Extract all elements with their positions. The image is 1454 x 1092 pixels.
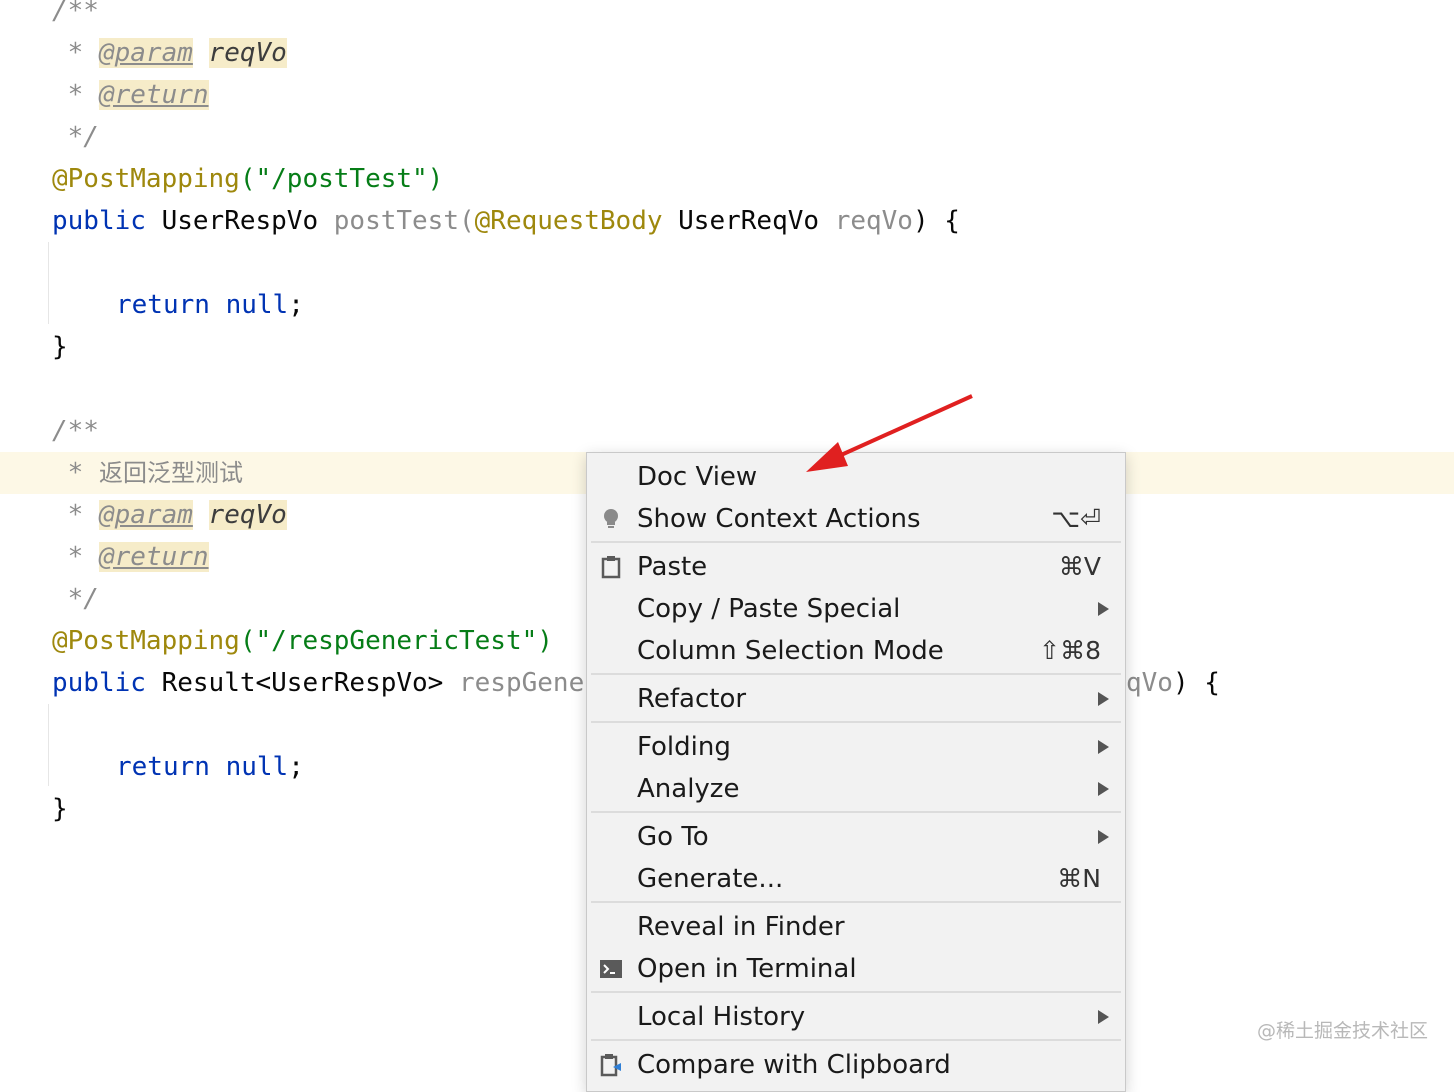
code-line[interactable]: * @param reqVo <box>52 32 287 74</box>
arrow-shaft <box>829 394 973 462</box>
menu-separator <box>591 721 1121 723</box>
submenu-arrow-icon <box>1098 692 1109 706</box>
menu-item-open-in-terminal[interactable]: Open in Terminal <box>587 948 1125 990</box>
menu-item-reveal-in-finder[interactable]: Reveal in Finder <box>587 906 1125 948</box>
submenu-arrow-icon <box>1098 602 1109 616</box>
code-line[interactable]: * @return <box>52 74 209 116</box>
submenu-arrow-icon <box>1098 1010 1109 1024</box>
menu-item-refactor[interactable]: Refactor <box>587 678 1125 720</box>
code-line[interactable]: } <box>52 788 68 830</box>
terminal-icon <box>600 960 622 978</box>
code-line[interactable]: * @param reqVo <box>52 494 287 536</box>
javadoc-return-tag: @return <box>98 542 209 572</box>
compare-clipboard-icon <box>600 1054 621 1077</box>
menu-separator <box>591 901 1121 903</box>
menu-item-compare-with-clipboard[interactable]: Compare with Clipboard <box>587 1044 1125 1086</box>
javadoc-param-name: reqVo <box>208 38 287 68</box>
submenu-arrow-icon <box>1098 740 1109 754</box>
arrow-head <box>806 442 848 472</box>
code-line[interactable]: return null; <box>116 284 304 326</box>
submenu-arrow-icon <box>1098 782 1109 796</box>
javadoc-description: 返回泛型测试 <box>98 459 243 487</box>
menu-item-show-context-actions[interactable]: Show Context Actions ⌥⏎ <box>587 498 1125 540</box>
code-line[interactable]: public UserRespVo postTest(@RequestBody … <box>52 200 960 242</box>
code-line[interactable]: public Result<UserRespVo> respGene <box>52 662 584 704</box>
lightbulb-icon <box>604 509 618 528</box>
menu-item-local-history[interactable]: Local History <box>587 996 1125 1038</box>
indent-guide <box>48 242 49 324</box>
menu-item-folding[interactable]: Folding <box>587 726 1125 768</box>
menu-item-paste[interactable]: Paste ⌘V <box>587 546 1125 588</box>
context-menu: Doc View Show Context Actions ⌥⏎ Paste ⌘… <box>586 452 1126 1092</box>
code-line-tail[interactable]: qVo) { <box>1126 662 1220 704</box>
code-line[interactable]: */ <box>52 578 99 620</box>
code-line[interactable]: * @return <box>52 536 209 578</box>
menu-separator <box>591 1039 1121 1041</box>
javadoc-return-tag: @return <box>98 80 209 110</box>
code-line[interactable]: } <box>52 326 68 368</box>
code-line[interactable]: /** <box>52 410 99 452</box>
watermark: @稀土掘金技术社区 <box>1256 1020 1428 1042</box>
code-line[interactable]: @PostMapping("/postTest") <box>52 158 443 200</box>
menu-separator <box>591 541 1121 543</box>
code-line[interactable]: return null; <box>116 746 304 788</box>
menu-item-generate[interactable]: Generate... ⌘N <box>587 858 1125 900</box>
javadoc-param-name: reqVo <box>208 500 287 530</box>
code-line[interactable]: * 返回泛型测试 <box>52 452 243 494</box>
code-line[interactable]: */ <box>52 116 99 158</box>
code-line[interactable]: @PostMapping("/respGenericTest") <box>52 620 553 662</box>
indent-guide <box>48 704 49 786</box>
javadoc-param-tag: @param <box>98 38 193 68</box>
clipboard-icon <box>601 556 621 579</box>
menu-separator <box>591 673 1121 675</box>
annotation-arrow <box>806 394 973 472</box>
menu-separator <box>591 991 1121 993</box>
menu-item-analyze[interactable]: Analyze <box>587 768 1125 810</box>
menu-item-column-selection-mode[interactable]: Column Selection Mode ⇧⌘8 <box>587 630 1125 672</box>
code-line[interactable]: /** <box>52 0 99 32</box>
menu-item-go-to[interactable]: Go To <box>587 816 1125 858</box>
menu-separator <box>591 811 1121 813</box>
submenu-arrow-icon <box>1098 830 1109 844</box>
menu-item-copy-paste-special[interactable]: Copy / Paste Special <box>587 588 1125 630</box>
javadoc-param-tag: @param <box>98 500 193 530</box>
